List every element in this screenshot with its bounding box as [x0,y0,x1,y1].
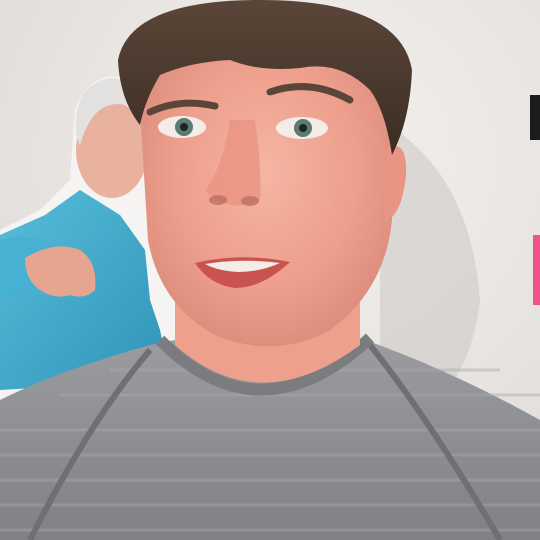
video-frame [0,0,540,540]
black-sign-edge [530,95,540,140]
face [140,30,392,347]
scene-illustration [0,0,540,540]
pink-sign-edge [533,235,540,305]
